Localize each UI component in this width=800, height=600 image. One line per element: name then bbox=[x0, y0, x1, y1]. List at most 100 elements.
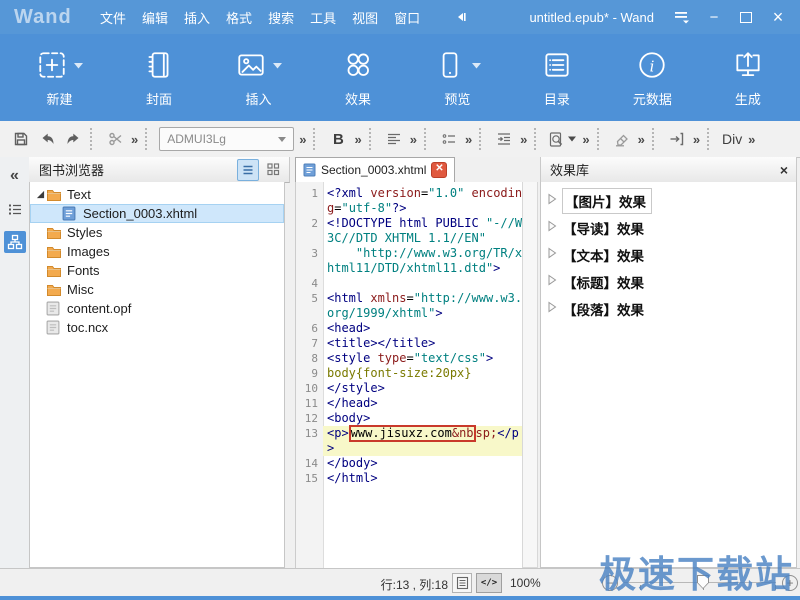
tab-close-icon[interactable]: ✕ bbox=[431, 162, 447, 178]
toolbar-button-cover-book[interactable]: 封面 bbox=[143, 48, 175, 108]
overflow-chevron[interactable]: » bbox=[131, 132, 138, 147]
toolbar-grip[interactable] bbox=[424, 128, 430, 150]
toolbar-grip[interactable] bbox=[479, 128, 485, 150]
align-button[interactable] bbox=[381, 127, 407, 151]
toolbar-button-new-document[interactable]: 新建 bbox=[36, 48, 83, 108]
toolbar-button-metadata-info[interactable]: i元数据 bbox=[633, 48, 672, 108]
tree-item-misc[interactable]: Misc bbox=[30, 280, 284, 299]
code-line-3[interactable]: 3 "http://www.w3.org/TR/xhtml11/DTD/xhtm… bbox=[296, 246, 524, 276]
code-line-6[interactable]: 6<head> bbox=[296, 321, 524, 336]
tree-item-toc-ncx[interactable]: toc.ncx bbox=[30, 318, 284, 337]
structure-view-button[interactable] bbox=[4, 231, 26, 253]
menu-item-8[interactable]: 窗口 bbox=[394, 8, 420, 27]
code-line-10[interactable]: 10</style> bbox=[296, 381, 524, 396]
expand-arrow-icon[interactable] bbox=[547, 274, 563, 289]
collapse-panel-button[interactable]: « bbox=[4, 165, 26, 187]
code-line-13[interactable]: 13<p>www.jisuxz.com&nbsp;</p> bbox=[296, 426, 524, 456]
tree-item-section-0003-xhtml[interactable]: Section_0003.xhtml bbox=[30, 204, 284, 223]
expand-arrow-icon[interactable] bbox=[547, 301, 563, 316]
overflow-chevron[interactable]: » bbox=[748, 132, 755, 147]
toolbar-grip[interactable] bbox=[534, 128, 540, 150]
close-button[interactable]: × bbox=[764, 5, 792, 29]
expand-arrow-icon[interactable] bbox=[547, 247, 563, 262]
toolbar-button-effects-clover[interactable]: 效果 bbox=[342, 48, 374, 108]
code-line-15[interactable]: 15</html> bbox=[296, 471, 524, 486]
code-view[interactable]: 1<?xml version="1.0" encoding="utf-8"?>2… bbox=[295, 182, 524, 568]
code-line-2[interactable]: 2<!DOCTYPE html PUBLIC "-//W3C//DTD XHTM… bbox=[296, 216, 524, 246]
toolbar-grip[interactable] bbox=[90, 128, 96, 150]
overflow-chevron[interactable]: » bbox=[410, 132, 417, 147]
tree-item-images[interactable]: Images bbox=[30, 242, 284, 261]
menu-item-1[interactable]: 文件 bbox=[100, 8, 126, 27]
menu-item-6[interactable]: 工具 bbox=[310, 8, 336, 27]
tree-item-styles[interactable]: Styles bbox=[30, 223, 284, 242]
tree-expanded-icon[interactable] bbox=[34, 190, 46, 199]
list-view-button[interactable] bbox=[237, 159, 259, 181]
code-view-button[interactable]: </> bbox=[476, 573, 502, 593]
overflow-chevron[interactable]: » bbox=[693, 132, 700, 147]
effects-close-icon[interactable]: × bbox=[780, 162, 788, 178]
grid-view-button[interactable] bbox=[263, 159, 283, 179]
toolbar-button-generate-export[interactable]: 生成 bbox=[732, 48, 764, 108]
effects-item-4[interactable]: 【标题】效果 bbox=[541, 268, 796, 295]
code-line-1[interactable]: 1<?xml version="1.0" encoding="utf-8"?> bbox=[296, 186, 524, 216]
find-preview-button[interactable] bbox=[546, 127, 579, 151]
list-button[interactable] bbox=[436, 127, 462, 151]
effects-item-1[interactable]: 【图片】效果 bbox=[541, 187, 796, 214]
effects-item-5[interactable]: 【段落】效果 bbox=[541, 295, 796, 322]
toolbar-button-preview-phone[interactable]: 预览 bbox=[434, 48, 481, 108]
book-browser-list-button[interactable] bbox=[4, 198, 26, 220]
collapse-toolbar-button[interactable] bbox=[454, 10, 468, 24]
toolbar-grip[interactable] bbox=[597, 128, 603, 150]
code-line-11[interactable]: 11</head> bbox=[296, 396, 524, 411]
tree-item-text[interactable]: Text bbox=[30, 185, 284, 204]
code-line-9[interactable]: 9body{font-size:20px} bbox=[296, 366, 524, 381]
overflow-chevron[interactable]: » bbox=[354, 132, 361, 147]
editor-vertical-scrollbar[interactable] bbox=[522, 182, 538, 568]
erase-format-button[interactable] bbox=[609, 127, 635, 151]
undo-button[interactable] bbox=[34, 127, 60, 151]
book-view-button[interactable] bbox=[452, 573, 472, 593]
toolbar-grip[interactable] bbox=[145, 128, 151, 150]
window-menu-button[interactable] bbox=[668, 5, 696, 29]
minimize-button[interactable]: − bbox=[700, 5, 728, 29]
code-line-14[interactable]: 14</body> bbox=[296, 456, 524, 471]
overflow-chevron[interactable]: » bbox=[520, 132, 527, 147]
font-family-select[interactable]: ADMUI3Lg bbox=[159, 127, 294, 151]
menu-item-5[interactable]: 搜索 bbox=[268, 8, 294, 27]
effects-item-3[interactable]: 【文本】效果 bbox=[541, 241, 796, 268]
code-line-8[interactable]: 8<style type="text/css"> bbox=[296, 351, 524, 366]
menu-item-2[interactable]: 编辑 bbox=[142, 8, 168, 27]
tab-section-0003[interactable]: Section_0003.xhtml ✕ bbox=[295, 157, 455, 182]
code-line-7[interactable]: 7<title></title> bbox=[296, 336, 524, 351]
toolbar-button-toc-list[interactable]: 目录 bbox=[541, 48, 573, 108]
code-line-12[interactable]: 12<body> bbox=[296, 411, 524, 426]
div-button[interactable]: Div bbox=[719, 127, 745, 151]
insert-panel-button[interactable] bbox=[664, 127, 690, 151]
expand-arrow-icon[interactable] bbox=[547, 193, 563, 208]
overflow-chevron[interactable]: » bbox=[582, 132, 589, 147]
toolbar-grip[interactable] bbox=[707, 128, 713, 150]
code-line-5[interactable]: 5<html xmlns="http://www.w3.org/1999/xht… bbox=[296, 291, 524, 321]
toolbar-grip[interactable] bbox=[652, 128, 658, 150]
effects-item-2[interactable]: 【导读】效果 bbox=[541, 214, 796, 241]
menu-item-4[interactable]: 格式 bbox=[226, 8, 252, 27]
overflow-chevron[interactable]: » bbox=[638, 132, 645, 147]
bold-button[interactable]: B bbox=[325, 127, 351, 151]
toolbar-button-insert-image[interactable]: 插入 bbox=[235, 48, 282, 108]
code-line-4[interactable]: 4 bbox=[296, 276, 524, 291]
menu-item-7[interactable]: 视图 bbox=[352, 8, 378, 27]
tree-item-content-opf[interactable]: content.opf bbox=[30, 299, 284, 318]
menu-item-3[interactable]: 插入 bbox=[184, 8, 210, 27]
expand-arrow-icon[interactable] bbox=[547, 220, 563, 235]
toolbar-grip[interactable] bbox=[313, 128, 319, 150]
redo-button[interactable] bbox=[60, 127, 86, 151]
overflow-chevron[interactable]: » bbox=[299, 132, 306, 147]
cut-button[interactable] bbox=[102, 127, 128, 151]
save-button[interactable] bbox=[8, 127, 34, 151]
tree-item-fonts[interactable]: Fonts bbox=[30, 261, 284, 280]
maximize-button[interactable] bbox=[732, 5, 760, 29]
overflow-chevron[interactable]: » bbox=[465, 132, 472, 147]
toolbar-grip[interactable] bbox=[369, 128, 375, 150]
indent-button[interactable] bbox=[491, 127, 517, 151]
